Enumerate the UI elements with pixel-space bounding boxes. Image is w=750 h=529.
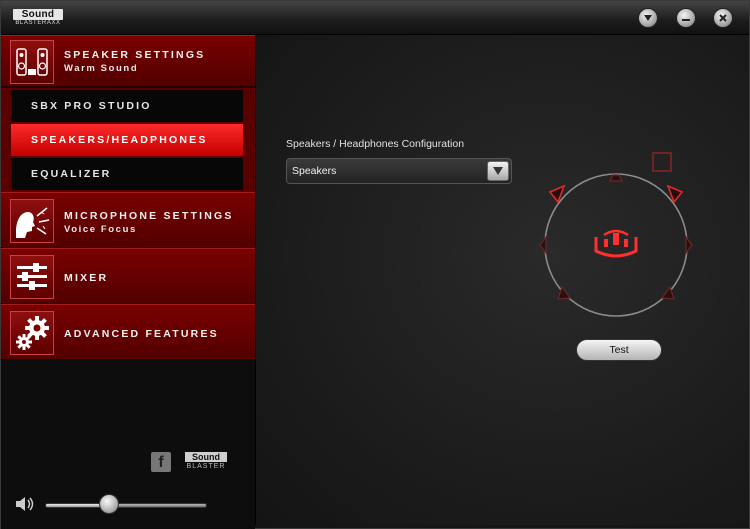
- minimize-icon: [682, 19, 690, 21]
- speaker-settings-subtitle: Warm Sound: [64, 63, 139, 74]
- microphone-icon: [10, 199, 54, 243]
- sound-blaster-link[interactable]: Sound BLASTER: [185, 452, 227, 472]
- speaker-settings-section[interactable]: SPEAKER SETTINGS Warm Sound: [1, 35, 255, 87]
- gears-icon: [10, 311, 54, 355]
- microphone-settings-title: MICROPHONE SETTINGS: [64, 210, 234, 222]
- speaker-config-panel: Speakers / Headphones Configuration Spea…: [255, 35, 749, 525]
- config-dropdown-value: Speakers: [292, 165, 337, 177]
- close-icon: [719, 14, 727, 22]
- speakers-icon: [10, 40, 54, 84]
- volume-slider-fill: [46, 504, 107, 507]
- speaker-settings-title: SPEAKER SETTINGS: [64, 49, 206, 61]
- microphone-settings-subtitle: Voice Focus: [64, 224, 137, 235]
- microphone-settings-section[interactable]: MICROPHONE SETTINGS Voice Focus: [1, 192, 255, 248]
- minimize-button[interactable]: [676, 8, 696, 28]
- submenu-item-sbx-pro-studio[interactable]: SBX PRO STUDIO: [11, 90, 243, 122]
- volume-slider-track[interactable]: [45, 503, 207, 508]
- sidebar: SPEAKER SETTINGS Warm Sound SBX PRO STUD…: [1, 35, 255, 529]
- brand-bottom-text: BLASTER: [186, 463, 226, 470]
- dropdown-arrow-icon[interactable]: [487, 161, 509, 181]
- speaker-submenu: SBX PRO STUDIO SPEAKERS/HEADPHONES EQUAL…: [1, 88, 255, 192]
- side-left-speaker-icon[interactable]: [539, 235, 547, 255]
- listener-icon: [594, 229, 638, 258]
- speaker-layout-diagram: [534, 165, 698, 325]
- front-center-speaker-icon[interactable]: [609, 174, 623, 182]
- title-bar[interactable]: Sound BLASTERAXX: [1, 1, 749, 35]
- submenu-item-equalizer[interactable]: EQUALIZER: [11, 158, 243, 190]
- close-button[interactable]: [713, 8, 733, 28]
- side-right-speaker-icon[interactable]: [685, 235, 693, 255]
- volume-slider-thumb[interactable]: [98, 494, 119, 514]
- submenu-item-speakers-headphones[interactable]: SPEAKERS/HEADPHONES: [11, 124, 243, 156]
- config-dropdown[interactable]: Speakers: [286, 158, 512, 184]
- sound-blaster-logo: Sound BLASTERAXX: [13, 9, 63, 27]
- volume-speaker-icon[interactable]: [15, 496, 35, 512]
- app-window: Sound BLASTERAXX SPEAKER SETTINGS Warm S…: [0, 0, 750, 529]
- mixer-section[interactable]: MIXER: [1, 248, 255, 304]
- logo-top-text: Sound: [13, 9, 63, 20]
- advanced-features-section[interactable]: ADVANCED FEATURES: [1, 304, 255, 360]
- logo-bottom-text: BLASTERAXX: [15, 20, 61, 26]
- config-label: Speakers / Headphones Configuration: [286, 138, 465, 150]
- mixer-title: MIXER: [64, 272, 109, 284]
- test-button[interactable]: Test: [576, 339, 662, 361]
- mixer-sliders-icon: [10, 255, 54, 299]
- menu-button[interactable]: [638, 8, 658, 28]
- advanced-features-title: ADVANCED FEATURES: [64, 328, 219, 340]
- brand-top-text: Sound: [185, 452, 227, 462]
- facebook-icon[interactable]: f: [151, 452, 171, 472]
- triangle-down-icon: [644, 15, 652, 21]
